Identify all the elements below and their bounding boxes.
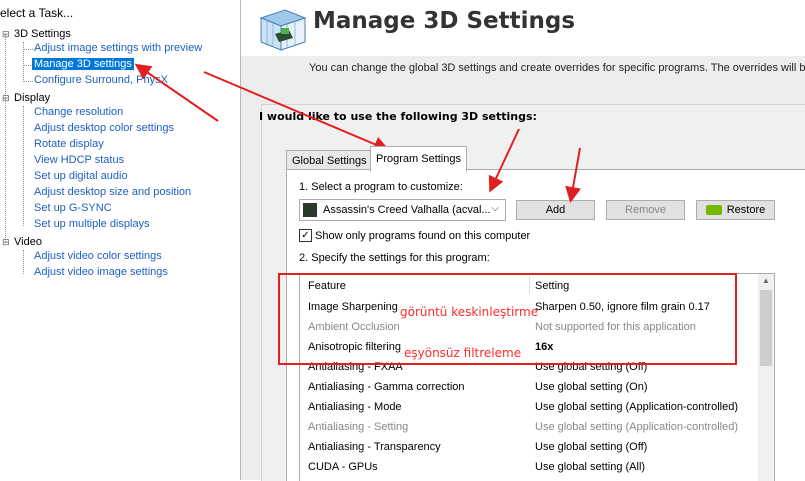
add-button[interactable]: Add [516, 200, 595, 220]
table-row[interactable]: Antialiasing - Mode Use global setting (A… [300, 398, 760, 418]
task-view-hdcp-status[interactable]: View HDCP status [32, 154, 126, 166]
3d-cube-logo-icon [259, 9, 307, 51]
program-select-value: Assassin's Creed Valhalla (acval... [323, 204, 491, 216]
column-header-feature[interactable]: Feature [308, 280, 346, 292]
chevron-down-icon[interactable]: ⌵ [491, 203, 499, 214]
setting-cell[interactable]: Use global setting (All) [535, 461, 645, 473]
task-rotate-display[interactable]: Rotate display [32, 138, 106, 150]
minus-toggle-icon[interactable]: ⊟ [2, 237, 10, 248]
show-only-programs-label[interactable]: Show only programs found on this compute… [315, 230, 530, 242]
category-video[interactable]: ⊟ Video [2, 236, 42, 248]
task-adjust-desktop-size[interactable]: Adjust desktop size and position [32, 186, 193, 198]
task-configure-surround-physx[interactable]: Configure Surround, PhysX [32, 74, 170, 86]
task-set-up-gsync[interactable]: Set up G-SYNC [32, 202, 114, 214]
category-display[interactable]: ⊟ Display [2, 92, 50, 104]
nvidia-logo-icon [705, 205, 722, 216]
annotation-filtering-note: eşyönsüz filtreleme [404, 346, 522, 360]
setting-cell[interactable]: Use global setting (On) [535, 381, 648, 393]
column-separator [529, 276, 530, 294]
scroll-up-icon[interactable]: ▲ [762, 276, 770, 285]
setting-cell[interactable]: 16x [535, 341, 553, 353]
setting-cell[interactable]: Use global setting (Off) [535, 441, 647, 453]
setting-cell[interactable]: Not supported for this application [535, 321, 696, 333]
task-adjust-image-settings[interactable]: Adjust image settings with preview [32, 42, 204, 54]
feature-cell: Antialiasing - Gamma correction [308, 381, 465, 393]
task-change-resolution[interactable]: Change resolution [32, 106, 125, 118]
task-adjust-video-image[interactable]: Adjust video image settings [32, 266, 170, 278]
page-title: Manage 3D Settings [313, 8, 576, 34]
feature-cell: Anisotropic filtering [308, 341, 401, 353]
feature-cell: Antialiasing - FXAA [308, 361, 403, 373]
table-row[interactable]: Antialiasing - Setting Use global setting… [300, 418, 760, 438]
table-row[interactable]: Anisotropic filtering 16x [300, 338, 760, 358]
tab-program-settings[interactable]: Program Settings [370, 146, 467, 172]
task-adjust-video-color[interactable]: Adjust video color settings [32, 250, 164, 262]
column-header-setting[interactable]: Setting [535, 280, 569, 292]
minus-toggle-icon[interactable]: ⊟ [2, 29, 10, 40]
step1-label: 1. Select a program to customize: [299, 181, 463, 193]
feature-cell: Antialiasing - Mode [308, 401, 402, 413]
grid-scrollbar[interactable]: ▲ [758, 274, 774, 481]
category-3d-settings[interactable]: ⊟ 3D Settings [2, 28, 71, 40]
task-adjust-desktop-color[interactable]: Adjust desktop color settings [32, 122, 176, 134]
table-row[interactable]: Antialiasing - Transparency Use global se… [300, 438, 760, 458]
program-select[interactable]: Assassin's Creed Valhalla (acval... ⌵ [299, 199, 506, 221]
page-header: Manage 3D Settings [241, 0, 805, 56]
task-panel: elect a Task... ⊟ 3D Settings Adjust ima… [0, 0, 241, 480]
table-row[interactable]: Antialiasing - FXAA Use global setting (O… [300, 358, 760, 378]
show-only-programs-checkbox[interactable]: ✓ [299, 229, 312, 242]
table-row[interactable]: Antialiasing - Gamma correction Use globa… [300, 378, 760, 398]
game-icon [303, 203, 317, 217]
scrollbar-thumb[interactable] [760, 290, 772, 366]
setting-cell[interactable]: Sharpen 0.50, ignore film grain 0.17 [535, 301, 710, 313]
feature-cell: Ambient Occlusion [308, 321, 400, 333]
annotation-sharpening-note: görüntü keskinleştirme [400, 305, 539, 319]
table-row[interactable]: Ambient Occlusion Not supported for this … [300, 318, 760, 338]
setting-cell[interactable]: Use global setting (Application-controll… [535, 421, 738, 433]
setting-cell[interactable]: Use global setting (Off) [535, 361, 647, 373]
feature-cell: CUDA - GPUs [308, 461, 378, 473]
task-set-up-multiple-displays[interactable]: Set up multiple displays [32, 218, 152, 230]
setting-cell[interactable]: Use global setting (Application-controll… [535, 401, 738, 413]
feature-cell: Antialiasing - Setting [308, 421, 409, 433]
settings-panel-title: I would like to use the following 3D set… [259, 110, 537, 123]
task-set-up-digital-audio[interactable]: Set up digital audio [32, 170, 130, 182]
restore-button[interactable]: Restore [696, 200, 775, 220]
table-row[interactable]: CUDA - GPUs Use global setting (All) [300, 458, 760, 478]
task-manage-3d-settings[interactable]: Manage 3D settings [32, 58, 134, 70]
feature-cell: Image Sharpening [308, 301, 398, 313]
page-description: You can change the global 3D settings an… [309, 62, 805, 74]
feature-cell: Antialiasing - Transparency [308, 441, 441, 453]
main-content: Manage 3D Settings You can change the gl… [241, 0, 805, 481]
minus-toggle-icon[interactable]: ⊟ [2, 93, 10, 104]
step2-label: 2. Specify the settings for this program… [299, 252, 490, 264]
remove-button[interactable]: Remove [606, 200, 685, 220]
task-panel-title: elect a Task... [0, 6, 74, 20]
